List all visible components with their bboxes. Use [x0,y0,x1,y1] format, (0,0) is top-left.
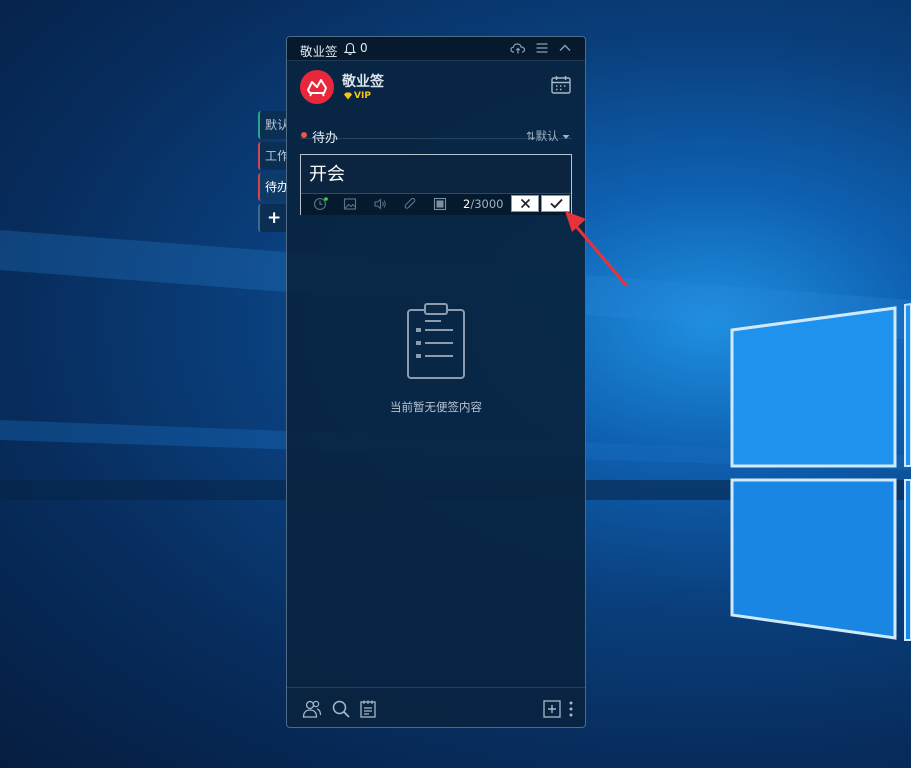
category-name: 待办 [312,131,339,146]
image-icon[interactable] [343,197,357,211]
character-count-max: /3000 [470,197,504,211]
cloud-sync-icon[interactable] [510,41,526,55]
cancel-button[interactable] [511,195,539,212]
sort-icon: ⇅ [526,129,536,143]
side-tab-label: 工作 [265,149,288,163]
note-input[interactable]: 开会 [309,160,345,186]
divider [287,687,585,688]
app-logo-icon [307,79,327,97]
search-icon[interactable] [331,699,351,719]
avatar[interactable] [300,70,334,104]
app-title: 敬业签 [300,44,338,59]
menu-icon[interactable] [535,41,549,55]
contacts-icon[interactable] [302,699,322,719]
sort-label: 默认 [535,129,559,143]
notification-count: 0 [360,41,368,55]
add-note-icon[interactable] [542,699,562,719]
audio-icon[interactable] [373,197,387,211]
empty-clipboard-icon [407,303,465,379]
app-window: 敬业签 0 敬业签 VIP 待办 ⇅默认 开会 2/3000 当前暂无便签内容 [286,36,586,728]
bell-icon[interactable] [343,42,357,56]
user-header: 敬业签 VIP [287,60,585,139]
add-tab-label: + [267,208,282,228]
reminder-clock-icon[interactable] [313,197,329,211]
annotation-arrow-icon [565,211,628,287]
side-tab-default[interactable]: 默认 [258,111,288,139]
empty-state-text: 当前暂无便签内容 [390,400,482,414]
color-block-icon[interactable] [433,197,447,211]
attachment-icon[interactable] [403,197,417,211]
category-dot [301,132,307,138]
note-editor[interactable]: 开会 2/3000 [300,154,572,215]
side-tab-label: 默认 [265,118,288,132]
username: 敬业签 [342,74,384,90]
chevron-down-icon [562,135,570,139]
diamond-icon [344,92,352,100]
close-icon [520,198,531,209]
character-count: 2/3000 [463,197,503,211]
more-icon[interactable] [567,699,575,719]
side-tab-todo[interactable]: 待办 [258,173,288,201]
category-bar: 待办 ⇅默认 [287,125,585,147]
side-tab-work[interactable]: 工作 [258,142,288,170]
collapse-icon[interactable] [558,41,572,55]
add-tab-button[interactable]: + [258,204,288,232]
sort-dropdown[interactable]: ⇅默认 [526,128,570,144]
vip-badge: VIP [354,91,371,101]
notes-icon[interactable] [358,699,378,719]
editor-toolbar: 2/3000 [301,193,571,215]
titlebar: 敬业签 0 [287,37,585,61]
side-tab-label: 待办 [265,180,288,194]
calendar-icon[interactable] [550,74,572,96]
